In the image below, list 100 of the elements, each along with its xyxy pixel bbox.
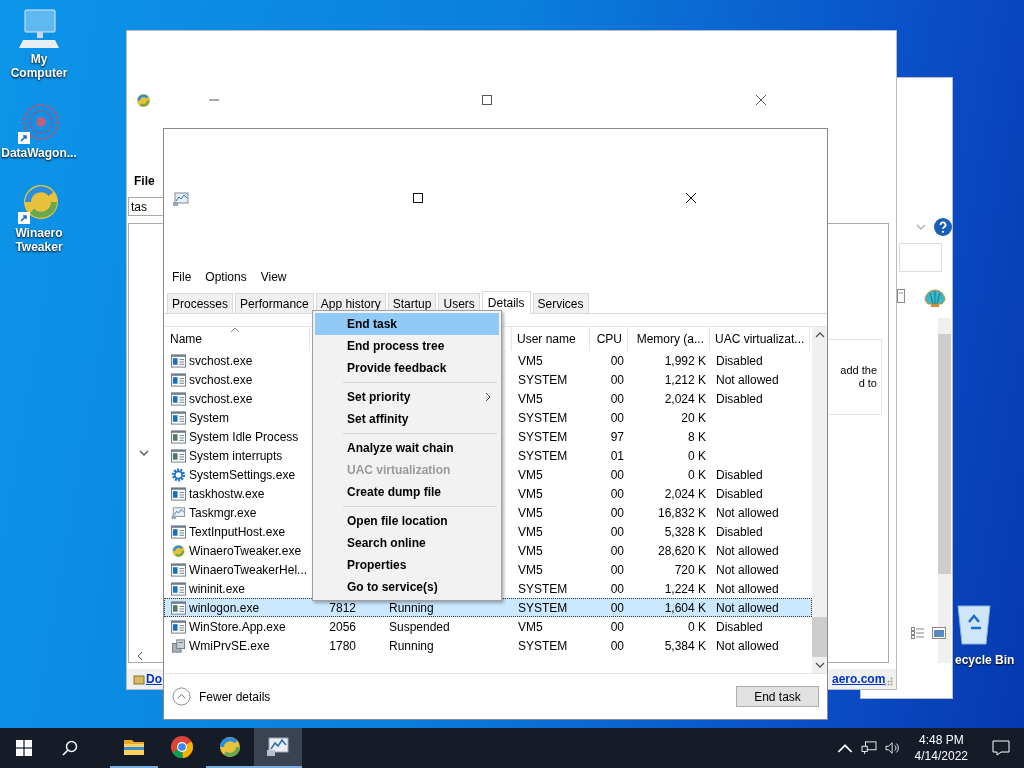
desktop-icon-label[interactable]: ecycle Bin	[955, 653, 1015, 667]
process-name[interactable]: WinaeroTweakerHel...	[189, 562, 308, 577]
user-text: VM5	[518, 543, 543, 558]
maximize-icon[interactable]	[482, 95, 492, 105]
process-name[interactable]: Taskmgr.exe	[189, 505, 257, 520]
process-name[interactable]: WinStore.App.exe	[189, 619, 286, 634]
monitor-chart-icon[interactable]	[266, 735, 290, 759]
close-icon[interactable]	[756, 95, 766, 105]
scroll-up-icon[interactable]	[814, 332, 825, 338]
windows-logo-icon[interactable]	[16, 740, 32, 756]
tab[interactable]: Users	[438, 293, 480, 313]
menu-item[interactable]: View	[260, 270, 287, 284]
link[interactable]: Do	[146, 672, 162, 686]
tab[interactable]: App history	[315, 293, 386, 313]
tab[interactable]: Services	[532, 293, 589, 313]
volume-icon[interactable]	[884, 741, 901, 755]
box-icon	[133, 673, 145, 685]
cpu-text: 00	[610, 486, 624, 501]
scrollbar-thumb[interactable]	[812, 617, 827, 657]
scrollbar[interactable]	[938, 318, 951, 663]
menu-item[interactable]: Options	[205, 270, 247, 284]
menu-item[interactable]: End task	[315, 313, 499, 335]
scroll-left-icon[interactable]	[137, 651, 143, 661]
sort-up-icon	[230, 327, 240, 333]
column-header[interactable]: UAC virtualizat...	[710, 327, 810, 351]
text-field[interactable]	[899, 243, 942, 272]
selected-row[interactable]: winlogon.exe 7812 Running SYSTEM 00 1,604 K Not allowed	[164, 598, 812, 617]
search-icon[interactable]	[62, 740, 78, 756]
status-text: Running	[389, 638, 434, 653]
window-icon	[171, 562, 186, 577]
menu-item[interactable]: File	[172, 270, 192, 284]
menu-item[interactable]: Search online	[315, 532, 499, 554]
menu-item[interactable]: Create dump file	[315, 481, 499, 503]
swirl-icon[interactable]	[218, 735, 242, 759]
scrollbar[interactable]	[812, 327, 827, 673]
menu-item[interactable]: Set priority	[315, 386, 499, 408]
column-header[interactable]: Name	[164, 327, 310, 351]
menu-item[interactable]: Provide feedback	[315, 357, 499, 379]
menu-item[interactable]: Analyze wait chain	[315, 437, 499, 459]
process-name[interactable]: System	[189, 410, 229, 425]
details-view-icon[interactable]	[911, 627, 925, 639]
process-name[interactable]: taskhostw.exe	[189, 486, 265, 501]
uac-text: Disabled	[716, 524, 763, 539]
network-icon[interactable]	[860, 741, 877, 755]
tab[interactable]: Details	[481, 291, 531, 314]
scroll-down-icon[interactable]	[814, 662, 825, 668]
menu-item[interactable]: Go to service(s)	[315, 576, 499, 598]
column-header[interactable]: User name	[512, 327, 590, 351]
chevron-down-icon[interactable]	[139, 450, 149, 456]
process-name[interactable]: WinaeroTweaker.exe	[189, 543, 302, 558]
uac-text: Not allowed	[716, 581, 779, 596]
process-name[interactable]: winlogon.exe	[189, 600, 260, 615]
link[interactable]: aero.com	[832, 672, 886, 686]
tab[interactable]: Processes	[167, 293, 234, 313]
user-text: VM5	[518, 391, 543, 406]
fewer-details-toggle[interactable]: Fewer details	[172, 687, 271, 706]
process-name[interactable]: SystemSettings.exe	[189, 467, 296, 482]
menu-item[interactable]: Properties	[315, 554, 499, 576]
clock-date[interactable]: 4/14/2022	[914, 748, 968, 764]
cpu-text: 01	[610, 448, 624, 463]
maximize-icon[interactable]	[413, 193, 423, 203]
memory-text: 0 K	[688, 448, 706, 463]
user-text: VM5	[518, 524, 543, 539]
cpu-text: 00	[610, 505, 624, 520]
user-text: SYSTEM	[518, 410, 568, 425]
menu-item[interactable]: File	[134, 174, 155, 188]
process-name[interactable]: System Idle Process	[189, 429, 299, 444]
process-name[interactable]: svchost.exe	[189, 372, 253, 387]
close-icon[interactable]	[686, 193, 696, 203]
column-header[interactable]: Memory (a...	[628, 327, 710, 351]
swirl-shortcut-icon[interactable]	[17, 182, 61, 226]
taskbar-button[interactable]	[254, 728, 302, 768]
scrollbar-thumb[interactable]	[938, 334, 951, 574]
column-header[interactable]: CPU	[590, 327, 628, 351]
image-view-icon[interactable]	[932, 627, 946, 639]
tab[interactable]: Startup	[387, 293, 437, 313]
tab[interactable]: Performance	[235, 293, 314, 313]
menu-item[interactable]: Open file location	[315, 510, 499, 532]
menu-item[interactable]: End process tree	[315, 335, 499, 357]
resize-grip-icon[interactable]	[884, 677, 893, 686]
end-task-button[interactable]: End task	[736, 686, 819, 707]
user-text: SYSTEM	[518, 429, 568, 444]
seashell-icon[interactable]	[923, 286, 947, 308]
menu-item[interactable]: Set affinity	[315, 408, 499, 430]
memory-text: 28,620 K	[657, 543, 706, 558]
memory-text: 720 K	[674, 562, 706, 577]
process-name[interactable]: svchost.exe	[189, 353, 253, 368]
memory-text: 5,328 K	[664, 524, 706, 539]
process-name[interactable]: WmiPrvSE.exe	[189, 638, 270, 653]
help-icon[interactable]	[934, 218, 952, 236]
notification-icon[interactable]	[992, 740, 1010, 756]
clock-time[interactable]: 4:48 PM	[918, 732, 964, 748]
user-text: SYSTEM	[518, 638, 568, 653]
process-name[interactable]: TextInputHost.exe	[189, 524, 286, 539]
process-name[interactable]: System interrupts	[189, 448, 283, 463]
process-name[interactable]: svchost.exe	[189, 391, 253, 406]
mandala-shortcut-icon[interactable]	[17, 102, 61, 146]
browser-icon[interactable]	[170, 735, 194, 759]
process-name[interactable]: wininit.exe	[189, 581, 246, 596]
document-icon[interactable]	[897, 289, 905, 303]
